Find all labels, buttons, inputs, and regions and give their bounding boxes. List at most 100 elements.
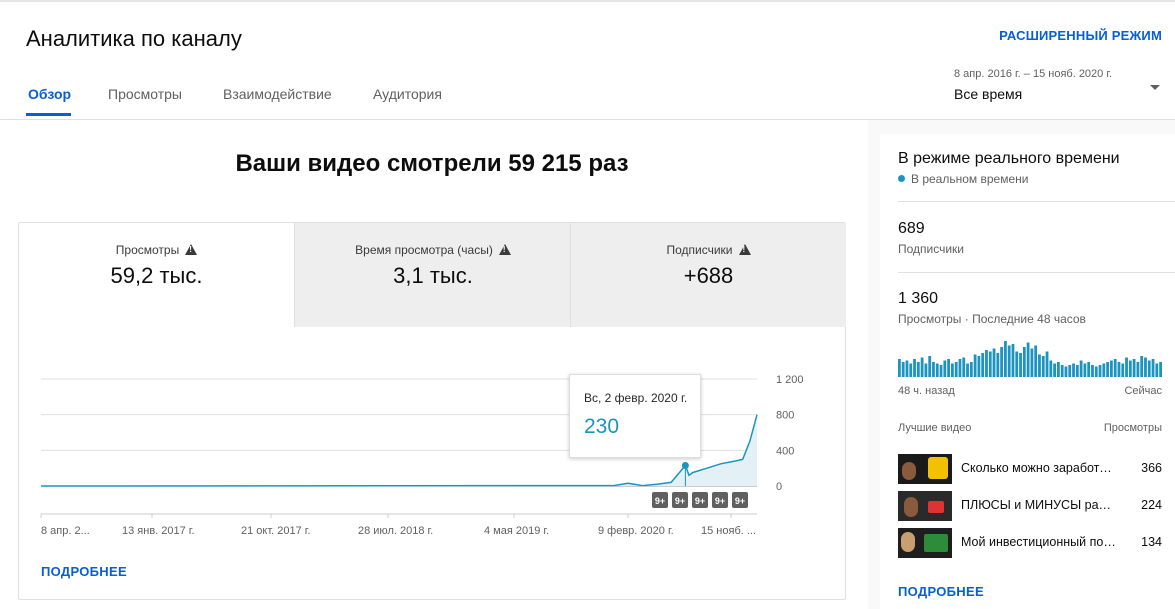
realtime-bar — [1079, 360, 1083, 377]
hover-marker-dot — [681, 461, 689, 469]
realtime-bar — [1026, 342, 1030, 377]
video-views: 224 — [1141, 498, 1162, 512]
realtime-bar — [1117, 362, 1121, 377]
realtime-bar — [935, 363, 939, 377]
video-row[interactable]: Сколько можно заработать 366 — [898, 454, 1162, 486]
realtime-bar — [901, 362, 905, 377]
tooltip-date: Вс, 2 февр. 2020 г. — [584, 391, 688, 405]
live-dot-icon — [898, 175, 905, 182]
divider — [898, 201, 1175, 202]
video-title[interactable]: ПЛЮСЫ и МИНУСЫ работы — [961, 498, 1116, 512]
date-range-selector[interactable]: Все время — [954, 86, 1022, 102]
realtime-bar — [1034, 345, 1038, 377]
divider — [898, 272, 1175, 273]
realtime-bar — [1094, 366, 1098, 377]
realtime-bar — [1045, 351, 1049, 377]
video-title[interactable]: Мой инвестиционный портфель — [961, 535, 1116, 549]
realtime-panel: В режиме реального времени В реальном вр… — [880, 134, 1175, 609]
realtime-bar — [1057, 362, 1060, 377]
realtime-bar — [1128, 360, 1132, 377]
realtime-bar — [1113, 359, 1117, 377]
event-marker[interactable]: 9+ — [732, 492, 748, 508]
realtime-bar — [947, 359, 950, 377]
realtime-bar — [1019, 353, 1022, 377]
video-row[interactable]: ПЛЮСЫ и МИНУСЫ работы 224 — [898, 491, 1162, 523]
realtime-bar — [1007, 345, 1011, 377]
realtime-title: В режиме реального времени — [898, 150, 1120, 167]
realtime-bar — [1125, 357, 1128, 377]
realtime-bar — [928, 356, 932, 377]
realtime-bar — [962, 357, 966, 377]
realtime-bar — [1151, 359, 1155, 377]
realtime-bar — [1140, 356, 1144, 377]
event-marker[interactable]: 9+ — [672, 492, 688, 508]
video-thumbnail[interactable] — [898, 528, 952, 558]
svg-text:9+: 9+ — [735, 496, 745, 506]
x-tick-label: 21 окт. 2017 г. — [241, 525, 311, 537]
realtime-bar — [1155, 363, 1159, 377]
views-column-header: Просмотры — [1103, 422, 1162, 434]
x-tick-label: 28 июл. 2018 г. — [358, 525, 433, 537]
realtime-bar — [916, 362, 920, 377]
realtime-bar — [973, 354, 977, 377]
realtime-bar — [996, 353, 1000, 377]
realtime-more-link[interactable]: ПОДРОБНЕЕ — [898, 584, 984, 599]
realtime-bar — [1087, 362, 1091, 377]
tooltip-value: 230 — [584, 415, 620, 438]
realtime-bar — [1136, 362, 1140, 377]
views-chart: 1 200 800 400 0 8 апр. 2... 13 янв. 2017 г. 2… — [40, 374, 804, 537]
video-thumbnail[interactable] — [898, 491, 952, 521]
realtime-bar — [1064, 366, 1068, 377]
advanced-mode-button[interactable]: РАСШИРЕННЫЙ РЕЖИМ — [999, 28, 1162, 43]
realtime-bar — [1132, 359, 1136, 377]
realtime-bar — [1121, 363, 1125, 377]
svg-text:9+: 9+ — [655, 496, 665, 506]
live-label: В реальном времени — [911, 172, 1029, 186]
axis-right-label: Сейчас — [1124, 385, 1162, 397]
video-row[interactable]: Мой инвестиционный портфель 134 — [898, 528, 1162, 560]
realtime-bar — [1022, 347, 1026, 377]
video-title[interactable]: Сколько можно заработать — [961, 461, 1116, 475]
x-tick-label: 9 февр. 2020 г. — [598, 525, 674, 537]
event-marker[interactable]: 9+ — [712, 492, 728, 508]
realtime-bar — [1072, 363, 1075, 377]
svg-text:9+: 9+ — [675, 496, 685, 506]
chart-tooltip: Вс, 2 февр. 2020 г. 230 — [569, 374, 701, 458]
realtime-bar — [977, 356, 981, 377]
axis-left-label: 48 ч. назад — [898, 385, 955, 397]
event-marker[interactable]: 9+ — [652, 492, 668, 508]
realtime-bar — [1049, 360, 1053, 377]
realtime-bar — [1053, 363, 1056, 377]
event-marker[interactable]: 9+ — [692, 492, 708, 508]
x-tick-label: 15 нояб. ... — [701, 525, 756, 537]
video-views: 366 — [1141, 461, 1162, 475]
top-videos-header: Лучшие видео — [898, 422, 972, 434]
realtime-bar — [939, 365, 943, 377]
video-thumbnail[interactable] — [898, 454, 952, 484]
subscribers-label: Подписчики — [898, 242, 965, 256]
more-link[interactable]: ПОДРОБНЕЕ — [41, 564, 127, 579]
realtime-bar — [920, 357, 924, 377]
realtime-bar — [1068, 365, 1072, 377]
realtime-bar — [898, 359, 901, 377]
realtime-bar — [913, 359, 916, 377]
realtime-bar — [1083, 363, 1087, 377]
realtime-bar — [932, 362, 935, 377]
realtime-views-label: Просмотры · Последние 48 часов — [898, 312, 1086, 326]
svg-text:9+: 9+ — [715, 496, 725, 506]
realtime-bar — [1144, 357, 1147, 377]
realtime-bar — [1159, 362, 1162, 377]
x-tick-label: 13 янв. 2017 г. — [122, 525, 195, 537]
subscribers-value: 689 — [898, 220, 925, 237]
realtime-bar — [1000, 347, 1003, 377]
realtime-bar — [988, 351, 992, 377]
realtime-bar — [1041, 356, 1045, 377]
realtime-bar — [969, 362, 973, 377]
realtime-bar — [1147, 360, 1151, 377]
realtime-bar — [958, 359, 962, 377]
realtime-bar — [1004, 341, 1007, 377]
realtime-bar — [1060, 365, 1064, 377]
realtime-bar — [1011, 344, 1015, 377]
y-tick-label: 0 — [776, 481, 782, 493]
chevron-down-icon[interactable] — [1150, 85, 1160, 90]
